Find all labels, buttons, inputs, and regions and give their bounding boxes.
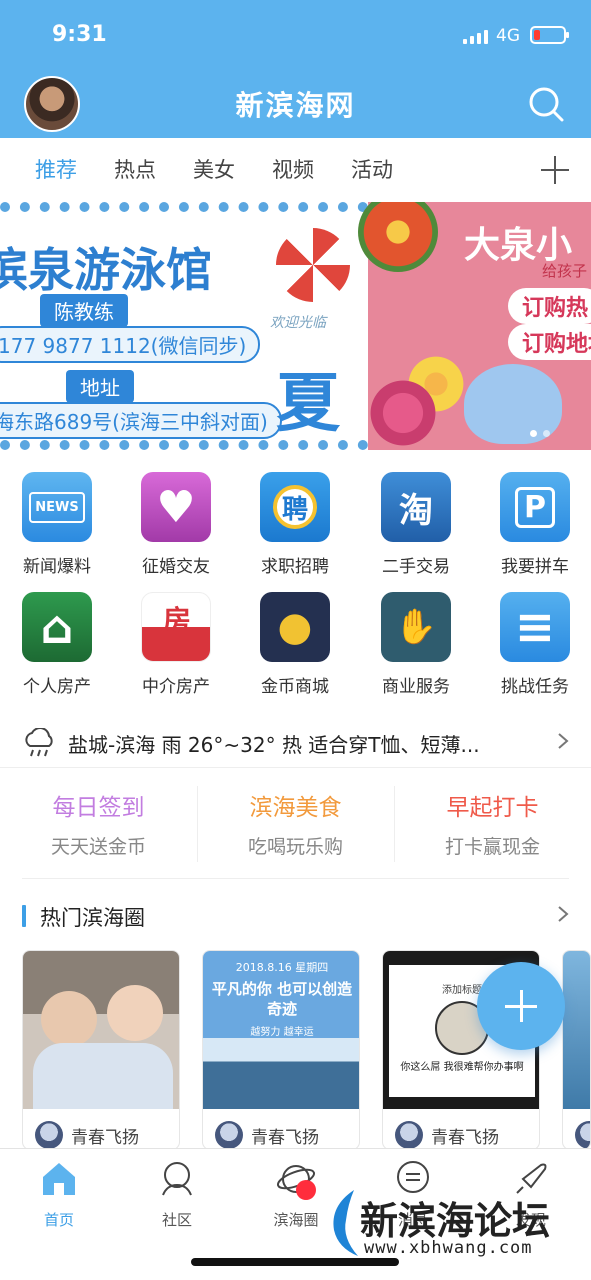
watermark: 新滨海论坛 www.xbhwang.com xyxy=(324,1186,584,1264)
create-post-button[interactable] xyxy=(477,962,565,1050)
community-icon xyxy=(162,1162,192,1196)
author-avatar xyxy=(395,1121,423,1149)
nav-home[interactable]: 首页 xyxy=(19,1159,99,1230)
banner2-sub: 给孩子 xyxy=(542,262,588,280)
grid-item-carpool[interactable]: P 我要拼车 xyxy=(475,472,591,577)
watermark-url: www.xbhwang.com xyxy=(364,1238,533,1258)
address-label: 地址 xyxy=(66,370,134,403)
divider xyxy=(22,878,569,879)
nav-community[interactable]: 社区 xyxy=(137,1159,217,1230)
grid-item-jobs[interactable]: 聘 求职招聘 xyxy=(235,472,355,577)
banner2-button-1: 订购热 xyxy=(508,288,591,324)
grid-item-coin-mall[interactable]: ● 金币商城 xyxy=(235,592,355,697)
status-time: 9:31 xyxy=(52,22,107,47)
grid-item-agency-house[interactable]: 房 中介房产 xyxy=(116,592,236,697)
chevron-right-icon[interactable] xyxy=(554,905,572,923)
card-early-checkin[interactable]: 早起打卡 打卡赢现金 xyxy=(394,780,591,864)
banner-headline: 滨泉游泳馆 xyxy=(0,243,212,297)
signal-icon xyxy=(463,30,488,44)
task-list-icon: ≡ xyxy=(500,592,570,662)
post-card[interactable] xyxy=(562,950,591,1150)
search-icon[interactable] xyxy=(528,86,564,122)
add-tab-icon[interactable] xyxy=(541,156,569,184)
site-title: 新滨海网 xyxy=(235,89,356,122)
carpool-icon: P xyxy=(500,472,570,542)
tab-activity[interactable]: 活动 xyxy=(351,154,393,184)
watermark-logo-icon xyxy=(333,1190,358,1256)
tab-recommend[interactable]: 推荐 xyxy=(35,154,77,184)
banner-slide-swimming[interactable]: 滨泉游泳馆 陈教练 177 9877 1112(微信同步) 地址 海东路689号… xyxy=(0,202,368,450)
summer-glyph: 夏 xyxy=(276,367,340,441)
author-avatar xyxy=(35,1121,63,1149)
news-tv-icon: NEWS xyxy=(22,472,92,542)
coach-label: 陈教练 xyxy=(40,294,128,327)
header-bar: 9:31 4G 新滨海网 xyxy=(0,0,591,138)
grid-item-business[interactable]: ✋ 商业服务 xyxy=(356,592,476,697)
flower-icon xyxy=(368,378,438,448)
tab-beauty[interactable]: 美女 xyxy=(193,154,235,184)
handshake-icon: ✋ xyxy=(381,592,451,662)
author-avatar xyxy=(215,1121,243,1149)
author-avatar xyxy=(575,1121,590,1149)
home-indicator xyxy=(191,1258,399,1266)
post-image xyxy=(563,951,590,1109)
grid-item-personal-house[interactable]: ⌂ 个人房产 xyxy=(0,592,117,697)
banner-slide-kids[interactable]: 大泉小 给孩子 订购热 订购地址 xyxy=(358,202,591,450)
post-card[interactable]: 青春飞扬 xyxy=(22,950,180,1150)
weather-bar[interactable]: 盐城-滨海 雨 26°~32° 热 适合穿T恤、短薄... xyxy=(0,716,591,768)
battery-icon xyxy=(530,26,569,44)
card-food[interactable]: 滨海美食 吃喝玩乐购 xyxy=(197,780,394,864)
grid-item-secondhand[interactable]: 淘 二手交易 xyxy=(356,472,476,577)
house-icon: ⌂ xyxy=(22,592,92,662)
home-icon xyxy=(43,1163,75,1195)
post-card[interactable]: 2018.8.16 星期四 平凡的你 也可以创造奇迹 越努力 越幸运 青春飞扬 xyxy=(202,950,360,1150)
category-tabs: 推荐 热点 美女 视频 活动 xyxy=(0,138,591,200)
medal-icon: ● xyxy=(260,592,330,662)
post-image: 2018.8.16 星期四 平凡的你 也可以创造奇迹 越努力 越幸运 xyxy=(203,951,359,1109)
network-type: 4G xyxy=(496,26,520,46)
watermark-name: 新滨海论坛 xyxy=(360,1198,551,1243)
chevron-right-icon xyxy=(558,733,569,749)
grid-item-dating[interactable]: ♥ 征婚交友 xyxy=(116,472,236,577)
post-image xyxy=(23,951,179,1109)
card-daily-checkin[interactable]: 每日签到 天天送金币 xyxy=(0,780,197,864)
umbrella-icon xyxy=(276,228,350,302)
rain-cloud-icon xyxy=(25,728,53,757)
carousel-dots xyxy=(530,430,550,437)
recruit-icon: 聘 xyxy=(260,472,330,542)
grid-item-tasks[interactable]: ≡ 挑战任务 xyxy=(475,592,591,697)
banner2-button-2: 订购地址 xyxy=(508,324,591,360)
flower-icon xyxy=(358,202,438,272)
agency-house-icon: 房 xyxy=(141,592,211,662)
tab-hot[interactable]: 热点 xyxy=(114,154,156,184)
tab-video[interactable]: 视频 xyxy=(272,154,314,184)
quick-cards: 每日签到 天天送金币 滨海美食 吃喝玩乐购 早起打卡 打卡赢现金 xyxy=(0,780,591,870)
taobao-icon: 淘 xyxy=(381,472,451,542)
banner-carousel[interactable]: 滨泉游泳馆 陈教练 177 9877 1112(微信同步) 地址 海东路689号… xyxy=(0,202,591,450)
phone-label: 177 9877 1112(微信同步) xyxy=(0,326,261,363)
notification-dot xyxy=(296,1180,316,1200)
weather-text: 盐城-滨海 雨 26°~32° 热 适合穿T恤、短薄... xyxy=(68,733,480,757)
grid-item-news[interactable]: NEWS 新闻爆料 xyxy=(0,472,117,577)
banner-sign: 欢迎光临 xyxy=(270,315,326,331)
address-text: 海东路689号(滨海三中斜对面) xyxy=(0,402,282,439)
heart-couple-icon: ♥ xyxy=(141,472,211,542)
